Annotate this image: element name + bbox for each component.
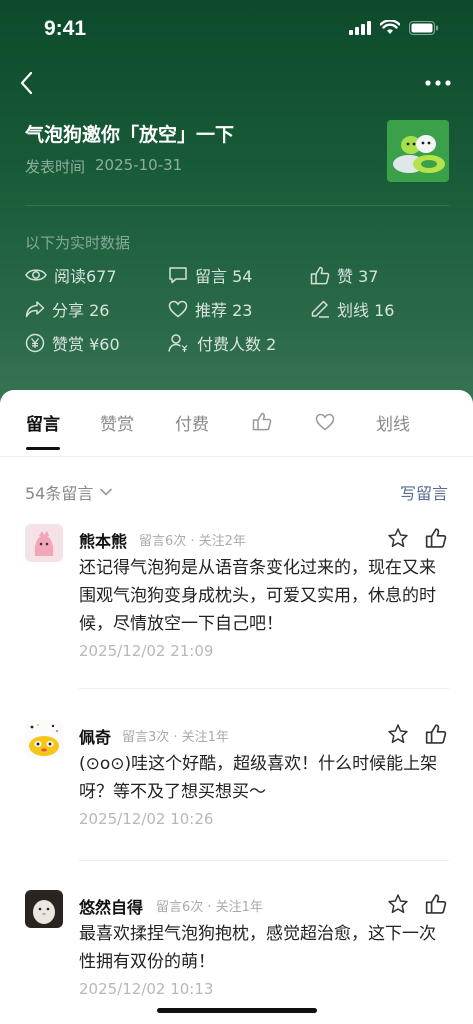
share-arrow-icon: [25, 301, 45, 318]
user-paid-icon: [168, 334, 188, 352]
comment-text: 最喜欢揉捏气泡狗抱枕，感觉超治愈，这下一次性拥有双份的萌！: [79, 924, 436, 972]
thumb-up-icon: [310, 266, 330, 284]
stat-recommend: 推荐 23: [168, 298, 252, 320]
tab-comments[interactable]: 留言: [26, 410, 60, 435]
status-time: 9:41: [44, 17, 87, 40]
comment-text: (⊙o⊙)哇这个好酷，超级喜欢！什么时候能上架呀？等不及了想买想买～: [79, 754, 438, 802]
battery-icon: [409, 20, 438, 35]
stat-share: 分享 26: [25, 298, 109, 320]
tab-highlights[interactable]: 划线: [376, 410, 410, 435]
stat-read: 阅读677: [25, 264, 117, 286]
comment-count-label: 54条留言: [25, 484, 94, 503]
comment-date: 2025/12/02 10:13: [79, 980, 214, 998]
status-icons: [349, 20, 439, 35]
stat-highlight-label: 划线 16: [337, 301, 395, 320]
back-arrow-icon[interactable]: [16, 70, 40, 96]
tab-active-indicator: [26, 447, 60, 450]
tab-likes-thumb-up-icon[interactable]: [252, 412, 272, 431]
stat-highlight: 划线 16: [310, 298, 394, 320]
yen-coin-icon: [25, 333, 45, 353]
comment-count-dropdown[interactable]: 54条留言: [25, 480, 113, 504]
star-icon[interactable]: [387, 893, 409, 915]
thumb-up-icon[interactable]: [425, 893, 447, 915]
stat-recommend-label: 推荐 23: [195, 301, 253, 320]
thumb-up-icon[interactable]: [425, 527, 447, 549]
comment-date: 2025/12/02 10:26: [79, 810, 214, 828]
stat-reward-label: 赞赏 ¥60: [52, 335, 120, 354]
tab-bar: 留言 赞赏 付费 划线: [0, 390, 473, 456]
pen-icon: [311, 300, 329, 318]
article-title[interactable]: 气泡狗邀你「放空」一下: [25, 120, 234, 147]
publish-label: 发表时间: [25, 158, 86, 176]
commenter-name[interactable]: 悠然自得: [79, 894, 143, 918]
realtime-data-label: 以下为实时数据: [25, 234, 131, 252]
publish-date: 2025-10-31: [95, 156, 183, 174]
wifi-icon: [380, 20, 400, 34]
status-bar: 9:41: [0, 0, 473, 58]
heart-icon: [168, 300, 188, 318]
commenter-meta: 留言3次 · 关注1年: [122, 730, 229, 745]
interaction-panel: 留言 赞赏 付费 划线 54条留言 写留言 熊本熊 留言6次 · 关注2年 还记…: [0, 390, 473, 1024]
thumb-up-icon[interactable]: [425, 723, 447, 745]
chevron-down-icon: [100, 488, 113, 496]
star-icon[interactable]: [387, 723, 409, 745]
stat-reward: 赞赏 ¥60: [25, 332, 120, 354]
avatar[interactable]: [25, 720, 63, 758]
tab-rewards[interactable]: 赞赏: [100, 410, 134, 435]
stat-comments: 留言 54: [168, 264, 252, 286]
article-thumbnail[interactable]: [387, 120, 449, 182]
avatar[interactable]: [25, 524, 63, 562]
stat-payers-label: 付费人数 2: [197, 335, 277, 354]
star-icon[interactable]: [387, 527, 409, 549]
header-divider: [25, 205, 449, 206]
more-options-icon[interactable]: [423, 72, 453, 94]
tab-recommend-heart-icon[interactable]: [315, 413, 335, 431]
stat-payers: 付费人数 2: [168, 332, 276, 354]
comment-text: 还记得气泡狗是从语音条变化过来的，现在又来围观气泡狗变身成枕头，可爱又实用，休息…: [79, 558, 436, 634]
comment-divider: [79, 688, 449, 689]
commenter-name[interactable]: 熊本熊: [79, 528, 127, 552]
stat-read-label: 阅读677: [54, 267, 117, 286]
commenter-meta: 留言6次 · 关注1年: [156, 900, 263, 915]
write-comment-button[interactable]: 写留言: [400, 480, 448, 504]
tab-paid[interactable]: 付费: [175, 410, 209, 435]
tabs-divider: [0, 456, 473, 457]
publish-time: 发表时间 2025-10-31: [25, 156, 182, 177]
commenter-name[interactable]: 佩奇: [79, 724, 111, 748]
comment-divider: [79, 860, 449, 861]
comment-bubble-icon: [169, 267, 187, 284]
avatar[interactable]: [25, 890, 63, 928]
eye-icon: [25, 269, 47, 281]
home-indicator[interactable]: [157, 1008, 317, 1013]
stat-likes-label: 赞 37: [337, 267, 379, 286]
stat-share-label: 分享 26: [52, 301, 110, 320]
stat-comments-label: 留言 54: [195, 267, 253, 286]
signal-icon: [349, 20, 371, 35]
stat-likes: 赞 37: [310, 264, 378, 286]
comment-date: 2025/12/02 21:09: [79, 642, 214, 660]
commenter-meta: 留言6次 · 关注2年: [139, 534, 246, 549]
article-header: 9:41 气泡狗邀你「放空」一下 发表时间 2025-10-31 以下为实时数据…: [0, 0, 473, 420]
